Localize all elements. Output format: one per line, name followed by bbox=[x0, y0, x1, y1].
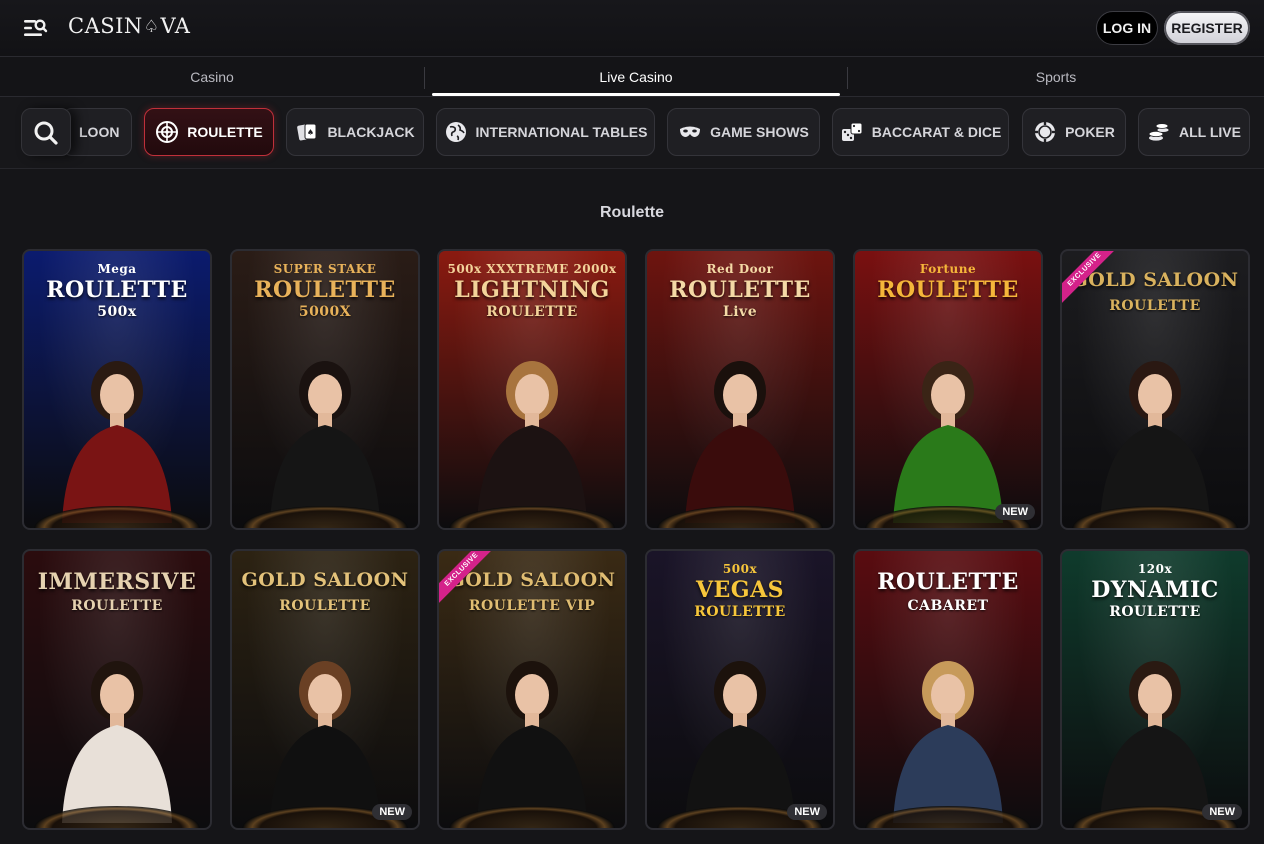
game-title-prefix: SUPER STAKE bbox=[273, 262, 377, 276]
game-card[interactable]: Red Door ROULETTE Live bbox=[645, 249, 835, 530]
game-subtitle: ROULETTE bbox=[486, 304, 578, 320]
game-title-prefix: Mega bbox=[97, 262, 137, 276]
login-button[interactable]: LOG IN bbox=[1096, 11, 1158, 45]
game-title: ROULETTE bbox=[877, 569, 1019, 595]
game-card[interactable]: SUPER STAKE ROULETTE 5000X bbox=[230, 249, 420, 530]
new-badge: NEW bbox=[995, 504, 1035, 520]
search-button[interactable] bbox=[21, 108, 71, 156]
game-card[interactable]: GOLD SALOON ROULETTE VIP EXCLUSIVE bbox=[437, 549, 627, 830]
game-title: IMMERSIVE bbox=[37, 569, 197, 595]
active-tab-indicator bbox=[432, 93, 840, 96]
category-game-shows[interactable]: GAME SHOWS bbox=[667, 108, 820, 156]
game-card[interactable]: ROULETTE CABARET bbox=[853, 549, 1043, 830]
new-badge: NEW bbox=[372, 804, 412, 820]
game-title: DYNAMIC bbox=[1091, 577, 1219, 603]
game-title: ROULETTE bbox=[669, 277, 811, 303]
mask-icon bbox=[678, 120, 702, 144]
game-subtitle: ROULETTE bbox=[1109, 604, 1201, 620]
game-card[interactable]: IMMERSIVE ROULETTE bbox=[22, 549, 212, 830]
presenter-image bbox=[873, 333, 1023, 528]
tab-live-casino[interactable]: Live Casino bbox=[424, 57, 848, 97]
game-card[interactable]: Fortune ROULETTE NEW bbox=[853, 249, 1043, 530]
presenter-image bbox=[665, 633, 815, 828]
presenter-image bbox=[250, 633, 400, 828]
presenter-image bbox=[457, 633, 607, 828]
game-subtitle: 5000X bbox=[298, 304, 352, 320]
category-saloon[interactable]: LOON bbox=[62, 108, 132, 156]
tab-casino[interactable]: Casino bbox=[0, 57, 424, 97]
spade-icon: ♤ bbox=[143, 17, 160, 37]
search-icon bbox=[34, 121, 58, 145]
presenter-image bbox=[250, 333, 400, 528]
category-bar: LOON ROULETTE ♠ BLACKJACK INTERNATIONAL … bbox=[0, 97, 1264, 169]
game-title: GOLD SALOON bbox=[1071, 269, 1239, 291]
game-subtitle: ROULETTE bbox=[1109, 298, 1201, 314]
category-international-tables[interactable]: INTERNATIONAL TABLES bbox=[436, 108, 655, 156]
game-title: ROULETTE bbox=[46, 277, 188, 303]
game-title: GOLD SALOON bbox=[241, 569, 409, 591]
cards-icon: ♠ bbox=[295, 120, 319, 144]
poker-chip-icon bbox=[1033, 120, 1057, 144]
game-title-prefix: 500x bbox=[722, 562, 758, 576]
presenter-image bbox=[42, 333, 192, 528]
presenter-image bbox=[665, 333, 815, 528]
globe-icon bbox=[444, 120, 468, 144]
game-title: LIGHTNING bbox=[454, 277, 610, 303]
game-card[interactable]: 500x XXXTREME 2000x LIGHTNING ROULETTE bbox=[437, 249, 627, 530]
category-blackjack[interactable]: ♠ BLACKJACK bbox=[286, 108, 424, 156]
game-card[interactable]: 120x DYNAMIC ROULETTE NEW bbox=[1060, 549, 1250, 830]
category-roulette[interactable]: ROULETTE bbox=[144, 108, 274, 156]
category-all-live[interactable]: ALL LIVE bbox=[1138, 108, 1250, 156]
section-title: Roulette bbox=[600, 204, 664, 221]
dice-icon bbox=[840, 120, 864, 144]
game-title: ROULETTE bbox=[254, 277, 396, 303]
game-title-prefix: 120x bbox=[1137, 562, 1173, 576]
game-subtitle: ROULETTE bbox=[71, 598, 163, 614]
new-badge: NEW bbox=[1202, 804, 1242, 820]
game-subtitle: 500x bbox=[97, 304, 137, 320]
category-poker[interactable]: POKER bbox=[1022, 108, 1126, 156]
game-subtitle: ROULETTE bbox=[279, 598, 371, 614]
game-title: ROULETTE bbox=[877, 277, 1019, 303]
game-title: GOLD SALOON bbox=[448, 569, 616, 591]
game-card[interactable]: 500x VEGAS ROULETTE NEW bbox=[645, 549, 835, 830]
game-subtitle: CABARET bbox=[907, 598, 989, 614]
roulette-wheel-icon bbox=[155, 120, 179, 144]
presenter-image bbox=[457, 333, 607, 528]
category-baccarat-dice[interactable]: BACCARAT & DICE bbox=[832, 108, 1009, 156]
top-header: CASIN♤VA LOG IN REGISTER bbox=[0, 0, 1264, 57]
game-subtitle: ROULETTE bbox=[694, 604, 786, 620]
game-title: VEGAS bbox=[695, 577, 785, 603]
game-card[interactable]: GOLD SALOON ROULETTE NEW bbox=[230, 549, 420, 830]
section-tabs: Casino Live Casino Sports bbox=[0, 57, 1264, 97]
casinova-logo[interactable]: CASIN♤VA bbox=[68, 14, 190, 38]
tab-sports[interactable]: Sports bbox=[848, 57, 1264, 97]
menu-search-icon[interactable] bbox=[20, 14, 50, 42]
game-title-prefix: Fortune bbox=[919, 262, 977, 276]
game-card[interactable]: Mega ROULETTE 500x bbox=[22, 249, 212, 530]
presenter-image bbox=[42, 633, 192, 828]
game-title-prefix: 500x XXXTREME 2000x bbox=[447, 262, 617, 276]
presenter-image bbox=[1080, 633, 1230, 828]
game-title-prefix: Red Door bbox=[706, 262, 774, 276]
chip-stack-icon bbox=[1147, 120, 1171, 144]
svg-text:♠: ♠ bbox=[307, 128, 314, 137]
register-button[interactable]: REGISTER bbox=[1164, 11, 1250, 45]
game-subtitle: ROULETTE VIP bbox=[468, 598, 596, 614]
presenter-image bbox=[873, 633, 1023, 828]
presenter-image bbox=[1080, 333, 1230, 528]
game-card[interactable]: GOLD SALOON ROULETTE EXCLUSIVE bbox=[1060, 249, 1250, 530]
new-badge: NEW bbox=[787, 804, 827, 820]
game-subtitle: Live bbox=[722, 304, 758, 320]
